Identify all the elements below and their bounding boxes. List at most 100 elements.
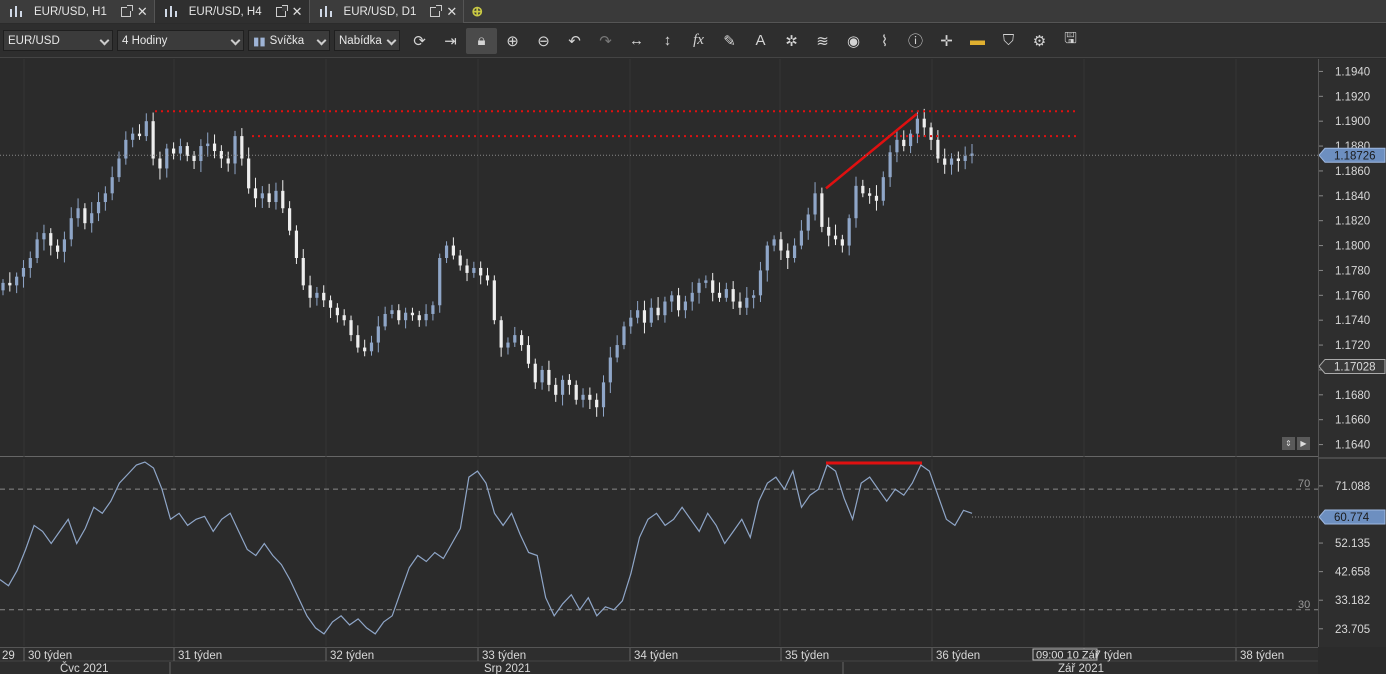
vertical-scale-icon[interactable]: ↕ xyxy=(652,28,683,54)
candle-body xyxy=(158,158,162,169)
candle-body xyxy=(192,156,196,161)
candle-body xyxy=(206,143,210,147)
candle-body xyxy=(55,245,60,252)
price-tick-label: 1.1720 xyxy=(1335,340,1370,352)
tab-eurusd-d1[interactable]: EUR/USD, D1 ✕ xyxy=(309,0,465,23)
menu-select[interactable]: Nabídka xyxy=(334,30,400,51)
symbol-select[interactable]: EUR/USD xyxy=(3,30,113,51)
settings-icon[interactable]: ⚙ xyxy=(1024,28,1055,54)
cursor-icon[interactable]: ✛ xyxy=(931,28,962,54)
price-chart[interactable] xyxy=(0,59,1318,457)
price-tick-label: 1.1800 xyxy=(1335,241,1370,253)
tab-label: EUR/USD, H1 xyxy=(34,5,107,18)
candle-body xyxy=(260,193,264,199)
info-icon[interactable]: ⓘ xyxy=(900,28,931,54)
candle-body xyxy=(588,394,592,400)
rsi-70-label: 70 xyxy=(1298,478,1310,490)
candle-body xyxy=(438,258,442,306)
candle-body xyxy=(581,394,585,400)
candle-body xyxy=(840,239,844,246)
undo-icon[interactable]: ↶ xyxy=(559,28,590,54)
candle-body xyxy=(908,133,913,147)
candle-body xyxy=(922,118,926,128)
crosshair-icon[interactable]: ✲ xyxy=(776,28,807,54)
time-axis[interactable]: 29 30 týden 31 týden 32 týden 33 týden 34 týd… xyxy=(0,647,1318,674)
candle-body xyxy=(615,345,619,358)
candle-body xyxy=(458,255,462,266)
candle-body xyxy=(731,289,735,302)
color-icon[interactable]: ▬ xyxy=(962,28,993,54)
zoom-out-icon[interactable]: ⊖ xyxy=(528,28,559,54)
candle-body xyxy=(649,307,653,323)
popout-icon[interactable] xyxy=(120,4,133,17)
scale-updown-icon[interactable]: ⇕ xyxy=(1282,437,1295,450)
candle-body xyxy=(697,282,701,293)
candle-body xyxy=(417,315,421,321)
eye-icon[interactable]: ◉ xyxy=(838,28,869,54)
candles-icon xyxy=(318,5,334,18)
timeframe-select[interactable]: 4 Hodiny xyxy=(117,30,244,51)
paint-bucket-icon[interactable]: ⛉ xyxy=(993,28,1024,54)
candle-body xyxy=(294,230,299,258)
week-label: 38 týden xyxy=(1240,650,1284,662)
redo-icon[interactable]: ↷ xyxy=(590,28,621,54)
shift-icon[interactable]: ⇥ xyxy=(435,28,466,54)
candle-body xyxy=(820,193,824,227)
candle-body xyxy=(410,312,415,316)
candle-body xyxy=(520,335,524,346)
horizontal-scale-icon[interactable]: ↔ xyxy=(621,28,652,54)
candle-body xyxy=(342,315,346,321)
candle-body xyxy=(874,195,879,201)
rsi-panel[interactable]: 70 30 xyxy=(0,459,1318,646)
candle-body xyxy=(335,307,339,316)
month-label: Zář 2021 xyxy=(1058,663,1104,674)
candle-body xyxy=(424,313,428,321)
text-icon[interactable]: A xyxy=(745,28,776,54)
price-tick-label: 1.1920 xyxy=(1335,91,1370,103)
candle-body xyxy=(738,301,742,308)
candle-body xyxy=(670,295,674,302)
tab-eurusd-h1[interactable]: EUR/USD, H1 ✕ xyxy=(0,0,155,23)
alert-icon[interactable]: ⌇ xyxy=(869,28,900,54)
layers-icon[interactable]: ≋ xyxy=(807,28,838,54)
close-icon[interactable]: ✕ xyxy=(137,5,148,18)
candles-icon: ▮▮ xyxy=(253,35,266,48)
price-tick-label: 1.1860 xyxy=(1335,166,1370,178)
candle-body xyxy=(444,245,449,258)
save-icon[interactable]: 🖫 xyxy=(1055,28,1086,54)
refresh-icon[interactable]: ⟳ xyxy=(404,28,435,54)
lock-icon[interactable]: 🔒︎ xyxy=(466,27,497,54)
close-icon[interactable]: ✕ xyxy=(446,5,457,18)
candles-icon xyxy=(163,5,179,18)
price-axis[interactable]: 1.1940 1.1920 1.1900 1.1880 1.1860 1.1840 1.18… xyxy=(1318,59,1386,647)
close-icon[interactable]: ✕ xyxy=(292,5,303,18)
candle-body xyxy=(806,214,810,231)
indicator-fx-icon[interactable]: fx xyxy=(683,28,714,54)
add-chart-icon[interactable]: ⊕ xyxy=(464,0,490,23)
popout-icon[interactable] xyxy=(275,4,288,17)
rsi-tick-label: 23.705 xyxy=(1335,624,1370,636)
candle-body xyxy=(76,208,80,219)
candle-body xyxy=(813,193,817,215)
candle-body xyxy=(676,295,681,311)
candle-body xyxy=(69,218,73,240)
zoom-in-icon[interactable]: ⊕ xyxy=(497,28,528,54)
candle-body xyxy=(752,295,756,298)
tab-eurusd-h4[interactable]: EUR/USD, H4 ✕ xyxy=(154,0,310,23)
candle-body xyxy=(144,121,148,137)
price-tick-label: 1.1940 xyxy=(1335,66,1370,78)
chevron-down-icon xyxy=(230,35,241,46)
candle-body xyxy=(704,280,708,283)
rsi-30-label: 30 xyxy=(1298,599,1310,611)
chart-toolbar: EUR/USD 4 Hodiny ▮▮ Svíčka Nabídka ⟳ ⇥ 🔒︎… xyxy=(0,24,1386,58)
price-tick-label: 1.1660 xyxy=(1335,415,1370,427)
scroll-end-icon[interactable]: ▶ xyxy=(1297,437,1310,450)
candle-body xyxy=(827,226,831,236)
price-tick-label: 1.1680 xyxy=(1335,390,1370,402)
pencil-icon[interactable]: ✎ xyxy=(714,28,745,54)
candle-body xyxy=(28,258,32,268)
chart-type-select[interactable]: ▮▮ Svíčka xyxy=(248,30,330,51)
candle-body xyxy=(83,208,87,224)
candle-body xyxy=(656,307,660,316)
popout-icon[interactable] xyxy=(430,4,443,17)
